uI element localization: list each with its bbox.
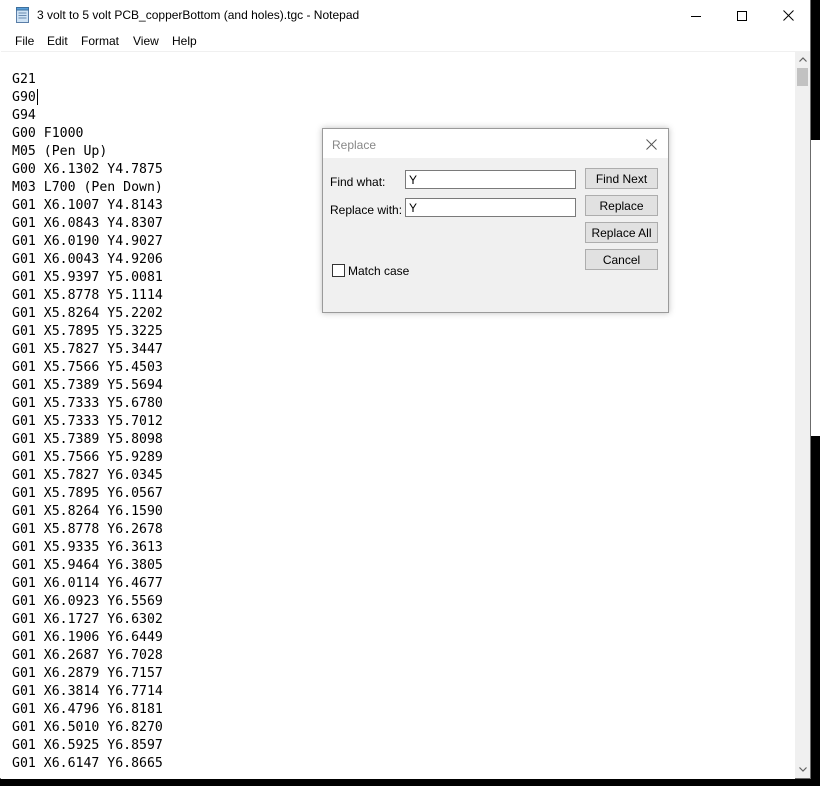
close-icon [782, 10, 794, 21]
match-case-label[interactable]: Match case [348, 264, 409, 278]
find-what-input[interactable]: Y [405, 170, 576, 189]
minimize-button[interactable] [673, 0, 719, 31]
scroll-down-button[interactable] [795, 761, 810, 778]
text-line[interactable]: G01 X5.8778 Y6.2678 [12, 521, 163, 539]
text-line[interactable]: G01 X6.1727 Y6.6302 [12, 611, 163, 629]
find-what-label: Find what: [330, 175, 386, 189]
notepad-window: 3 volt to 5 volt PCB_copperBottom (and h… [0, 0, 811, 779]
text-line[interactable]: G01 X5.7389 Y5.8098 [12, 431, 163, 449]
text-line[interactable]: G01 X5.7895 Y6.0567 [12, 485, 163, 503]
dialog-title-bar[interactable]: Replace [323, 129, 668, 158]
menu-edit[interactable]: Edit [47, 34, 68, 48]
text-line[interactable]: M03 L700 (Pen Down) [12, 179, 163, 197]
text-line[interactable]: G01 X5.7333 Y5.6780 [12, 395, 163, 413]
menu-view[interactable]: View [133, 34, 159, 48]
text-line[interactable]: G01 X6.0190 Y4.9027 [12, 233, 163, 251]
find-next-button[interactable]: Find Next [585, 168, 658, 189]
text-line[interactable]: G90 [12, 89, 163, 107]
text-line[interactable]: G01 X5.7566 Y5.9289 [12, 449, 163, 467]
notepad-icon [16, 7, 29, 23]
dialog-close-button[interactable] [641, 135, 661, 153]
text-line[interactable]: G01 X5.8778 Y5.1114 [12, 287, 163, 305]
text-line[interactable]: G00 F1000 [12, 125, 163, 143]
text-line[interactable]: G00 X6.1302 Y4.7875 [12, 161, 163, 179]
text-line[interactable]: G01 X5.8264 Y6.1590 [12, 503, 163, 521]
window-title: 3 volt to 5 volt PCB_copperBottom (and h… [37, 8, 360, 22]
background-window-edge [811, 140, 820, 436]
editor-text[interactable]: G21 G90 G94 G00 F1000 M05 (Pen Up) G00 X6.130… [12, 71, 163, 773]
text-line[interactable]: G01 X5.9464 Y6.3805 [12, 557, 163, 575]
text-line[interactable]: G01 X5.8264 Y5.2202 [12, 305, 163, 323]
chevron-down-icon [798, 767, 807, 772]
replace-with-input[interactable]: Y [405, 198, 576, 217]
text-line[interactable]: G01 X6.5925 Y6.8597 [12, 737, 163, 755]
text-line[interactable]: G01 X6.0114 Y6.4677 [12, 575, 163, 593]
close-button[interactable] [765, 0, 811, 31]
maximize-icon [737, 10, 747, 21]
replace-dialog: Replace Find what: Y Replace with: Y Fin… [322, 128, 669, 313]
chevron-up-icon [798, 57, 807, 62]
scroll-thumb[interactable] [797, 68, 808, 86]
dialog-title: Replace [332, 138, 377, 152]
text-line[interactable]: G01 X5.7566 Y5.4503 [12, 359, 163, 377]
scroll-up-button[interactable] [795, 51, 810, 68]
text-line[interactable]: G01 X6.3814 Y6.7714 [12, 683, 163, 701]
text-line[interactable]: G01 X5.9397 Y5.0081 [12, 269, 163, 287]
text-caret [37, 89, 38, 105]
text-line[interactable]: G01 X6.0043 Y4.9206 [12, 251, 163, 269]
match-case-checkbox[interactable] [332, 264, 345, 277]
text-line[interactable]: G01 X6.2879 Y6.7157 [12, 665, 163, 683]
text-line[interactable]: G94 [12, 107, 163, 125]
replace-all-button[interactable]: Replace All [585, 222, 658, 243]
text-line[interactable]: G01 X6.0923 Y6.5569 [12, 593, 163, 611]
title-bar[interactable]: 3 volt to 5 volt PCB_copperBottom (and h… [0, 0, 810, 31]
text-line[interactable]: G01 X5.7827 Y5.3447 [12, 341, 163, 359]
text-line[interactable]: M05 (Pen Up) [12, 143, 163, 161]
minimize-icon [691, 15, 701, 17]
menu-format[interactable]: Format [81, 34, 119, 48]
cancel-button[interactable]: Cancel [585, 249, 658, 270]
text-line[interactable]: G01 X5.7333 Y5.7012 [12, 413, 163, 431]
text-line[interactable]: G01 X5.9335 Y6.3613 [12, 539, 163, 557]
text-line[interactable]: G21 [12, 71, 163, 89]
menu-file[interactable]: File [15, 34, 34, 48]
text-line[interactable]: G01 X6.1906 Y6.6449 [12, 629, 163, 647]
replace-with-label: Replace with: [330, 203, 403, 217]
text-line[interactable]: G01 X5.7827 Y6.0345 [12, 467, 163, 485]
text-line[interactable]: G01 X6.6147 Y6.8665 [12, 755, 163, 773]
text-line[interactable]: G01 X6.1007 Y4.8143 [12, 197, 163, 215]
maximize-button[interactable] [719, 0, 765, 31]
menu-bar: File Edit Format View Help [0, 31, 810, 51]
text-line[interactable]: G01 X6.4796 Y6.8181 [12, 701, 163, 719]
close-icon [645, 138, 657, 150]
text-line[interactable]: G01 X5.7895 Y5.3225 [12, 323, 163, 341]
menu-help[interactable]: Help [172, 34, 197, 48]
text-line[interactable]: G01 X6.5010 Y6.8270 [12, 719, 163, 737]
text-line[interactable]: G01 X5.7389 Y5.5694 [12, 377, 163, 395]
text-line[interactable]: G01 X6.0843 Y4.8307 [12, 215, 163, 233]
vertical-scrollbar[interactable] [795, 51, 810, 778]
replace-button[interactable]: Replace [585, 195, 658, 216]
text-line[interactable]: G01 X6.2687 Y6.7028 [12, 647, 163, 665]
